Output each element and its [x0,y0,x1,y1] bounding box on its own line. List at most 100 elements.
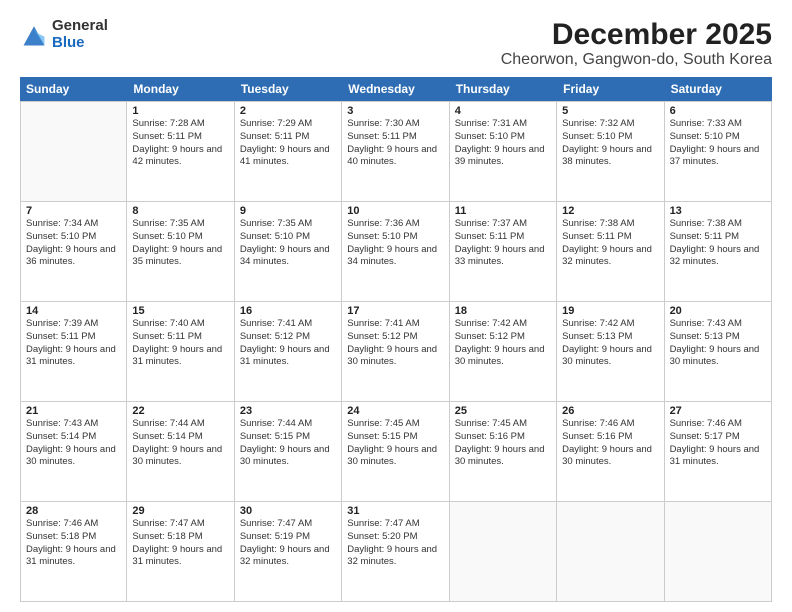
cal-week-4: 28Sunrise: 7:46 AM Sunset: 5:18 PM Dayli… [20,502,772,602]
day-number: 11 [455,205,551,217]
logo-general-label: General [52,18,108,35]
cal-cell-28: 28Sunrise: 7:46 AM Sunset: 5:18 PM Dayli… [20,502,127,601]
day-number: 27 [670,405,766,417]
day-number: 19 [562,305,658,317]
cal-cell-empty-4-5 [557,502,664,601]
header: General Blue December 2025 Cheorwon, Gan… [20,18,772,69]
day-number: 20 [670,305,766,317]
day-info: Sunrise: 7:38 AM Sunset: 5:11 PM Dayligh… [670,218,766,269]
day-info: Sunrise: 7:41 AM Sunset: 5:12 PM Dayligh… [347,318,443,369]
day-info: Sunrise: 7:38 AM Sunset: 5:11 PM Dayligh… [562,218,658,269]
cal-header-monday: Monday [127,77,234,101]
cal-cell-12: 12Sunrise: 7:38 AM Sunset: 5:11 PM Dayli… [557,202,664,301]
day-info: Sunrise: 7:45 AM Sunset: 5:15 PM Dayligh… [347,418,443,469]
subtitle: Cheorwon, Gangwon-do, South Korea [501,51,772,69]
day-info: Sunrise: 7:29 AM Sunset: 5:11 PM Dayligh… [240,118,336,169]
day-info: Sunrise: 7:30 AM Sunset: 5:11 PM Dayligh… [347,118,443,169]
logo: General Blue [20,18,108,51]
day-info: Sunrise: 7:43 AM Sunset: 5:13 PM Dayligh… [670,318,766,369]
day-number: 16 [240,305,336,317]
day-info: Sunrise: 7:28 AM Sunset: 5:11 PM Dayligh… [132,118,228,169]
day-number: 14 [26,305,121,317]
cal-cell-17: 17Sunrise: 7:41 AM Sunset: 5:12 PM Dayli… [342,302,449,401]
cal-cell-26: 26Sunrise: 7:46 AM Sunset: 5:16 PM Dayli… [557,402,664,501]
logo-text: General Blue [52,18,108,51]
calendar-body: 1Sunrise: 7:28 AM Sunset: 5:11 PM Daylig… [20,101,772,602]
cal-cell-5: 5Sunrise: 7:32 AM Sunset: 5:10 PM Daylig… [557,102,664,201]
day-info: Sunrise: 7:47 AM Sunset: 5:19 PM Dayligh… [240,518,336,569]
cal-cell-empty-0-0 [20,102,127,201]
day-number: 22 [132,405,228,417]
day-info: Sunrise: 7:42 AM Sunset: 5:12 PM Dayligh… [455,318,551,369]
day-number: 17 [347,305,443,317]
cal-week-2: 14Sunrise: 7:39 AM Sunset: 5:11 PM Dayli… [20,302,772,402]
day-number: 9 [240,205,336,217]
title-block: December 2025 Cheorwon, Gangwon-do, Sout… [501,18,772,69]
cal-week-1: 7Sunrise: 7:34 AM Sunset: 5:10 PM Daylig… [20,202,772,302]
cal-cell-18: 18Sunrise: 7:42 AM Sunset: 5:12 PM Dayli… [450,302,557,401]
cal-cell-1: 1Sunrise: 7:28 AM Sunset: 5:11 PM Daylig… [127,102,234,201]
day-number: 28 [26,505,121,517]
day-info: Sunrise: 7:46 AM Sunset: 5:18 PM Dayligh… [26,518,121,569]
cal-cell-10: 10Sunrise: 7:36 AM Sunset: 5:10 PM Dayli… [342,202,449,301]
cal-week-3: 21Sunrise: 7:43 AM Sunset: 5:14 PM Dayli… [20,402,772,502]
day-number: 5 [562,105,658,117]
day-number: 26 [562,405,658,417]
day-info: Sunrise: 7:41 AM Sunset: 5:12 PM Dayligh… [240,318,336,369]
day-number: 13 [670,205,766,217]
day-number: 7 [26,205,121,217]
cal-header-sunday: Sunday [20,77,127,101]
cal-cell-6: 6Sunrise: 7:33 AM Sunset: 5:10 PM Daylig… [665,102,772,201]
cal-header-saturday: Saturday [665,77,772,101]
day-info: Sunrise: 7:35 AM Sunset: 5:10 PM Dayligh… [240,218,336,269]
logo-icon [20,21,48,49]
cal-cell-16: 16Sunrise: 7:41 AM Sunset: 5:12 PM Dayli… [235,302,342,401]
cal-week-0: 1Sunrise: 7:28 AM Sunset: 5:11 PM Daylig… [20,101,772,202]
cal-cell-empty-4-4 [450,502,557,601]
day-info: Sunrise: 7:35 AM Sunset: 5:10 PM Dayligh… [132,218,228,269]
cal-header-tuesday: Tuesday [235,77,342,101]
cal-cell-2: 2Sunrise: 7:29 AM Sunset: 5:11 PM Daylig… [235,102,342,201]
day-number: 24 [347,405,443,417]
day-info: Sunrise: 7:32 AM Sunset: 5:10 PM Dayligh… [562,118,658,169]
day-info: Sunrise: 7:44 AM Sunset: 5:15 PM Dayligh… [240,418,336,469]
day-info: Sunrise: 7:44 AM Sunset: 5:14 PM Dayligh… [132,418,228,469]
cal-header-wednesday: Wednesday [342,77,449,101]
day-info: Sunrise: 7:46 AM Sunset: 5:17 PM Dayligh… [670,418,766,469]
day-info: Sunrise: 7:37 AM Sunset: 5:11 PM Dayligh… [455,218,551,269]
cal-header-thursday: Thursday [450,77,557,101]
page: General Blue December 2025 Cheorwon, Gan… [0,0,792,612]
logo-blue-label: Blue [52,35,108,52]
day-number: 10 [347,205,443,217]
calendar: SundayMondayTuesdayWednesdayThursdayFrid… [20,77,772,602]
cal-cell-20: 20Sunrise: 7:43 AM Sunset: 5:13 PM Dayli… [665,302,772,401]
day-number: 25 [455,405,551,417]
day-info: Sunrise: 7:47 AM Sunset: 5:20 PM Dayligh… [347,518,443,569]
day-info: Sunrise: 7:43 AM Sunset: 5:14 PM Dayligh… [26,418,121,469]
day-number: 2 [240,105,336,117]
cal-header-friday: Friday [557,77,664,101]
cal-cell-23: 23Sunrise: 7:44 AM Sunset: 5:15 PM Dayli… [235,402,342,501]
day-number: 31 [347,505,443,517]
cal-cell-4: 4Sunrise: 7:31 AM Sunset: 5:10 PM Daylig… [450,102,557,201]
calendar-header: SundayMondayTuesdayWednesdayThursdayFrid… [20,77,772,101]
day-info: Sunrise: 7:39 AM Sunset: 5:11 PM Dayligh… [26,318,121,369]
day-info: Sunrise: 7:33 AM Sunset: 5:10 PM Dayligh… [670,118,766,169]
day-info: Sunrise: 7:47 AM Sunset: 5:18 PM Dayligh… [132,518,228,569]
day-number: 29 [132,505,228,517]
cal-cell-3: 3Sunrise: 7:30 AM Sunset: 5:11 PM Daylig… [342,102,449,201]
day-info: Sunrise: 7:34 AM Sunset: 5:10 PM Dayligh… [26,218,121,269]
cal-cell-19: 19Sunrise: 7:42 AM Sunset: 5:13 PM Dayli… [557,302,664,401]
day-info: Sunrise: 7:46 AM Sunset: 5:16 PM Dayligh… [562,418,658,469]
main-title: December 2025 [501,18,772,51]
cal-cell-22: 22Sunrise: 7:44 AM Sunset: 5:14 PM Dayli… [127,402,234,501]
cal-cell-21: 21Sunrise: 7:43 AM Sunset: 5:14 PM Dayli… [20,402,127,501]
day-number: 4 [455,105,551,117]
cal-cell-29: 29Sunrise: 7:47 AM Sunset: 5:18 PM Dayli… [127,502,234,601]
day-number: 1 [132,105,228,117]
day-info: Sunrise: 7:42 AM Sunset: 5:13 PM Dayligh… [562,318,658,369]
cal-cell-9: 9Sunrise: 7:35 AM Sunset: 5:10 PM Daylig… [235,202,342,301]
day-number: 23 [240,405,336,417]
day-info: Sunrise: 7:31 AM Sunset: 5:10 PM Dayligh… [455,118,551,169]
day-number: 6 [670,105,766,117]
